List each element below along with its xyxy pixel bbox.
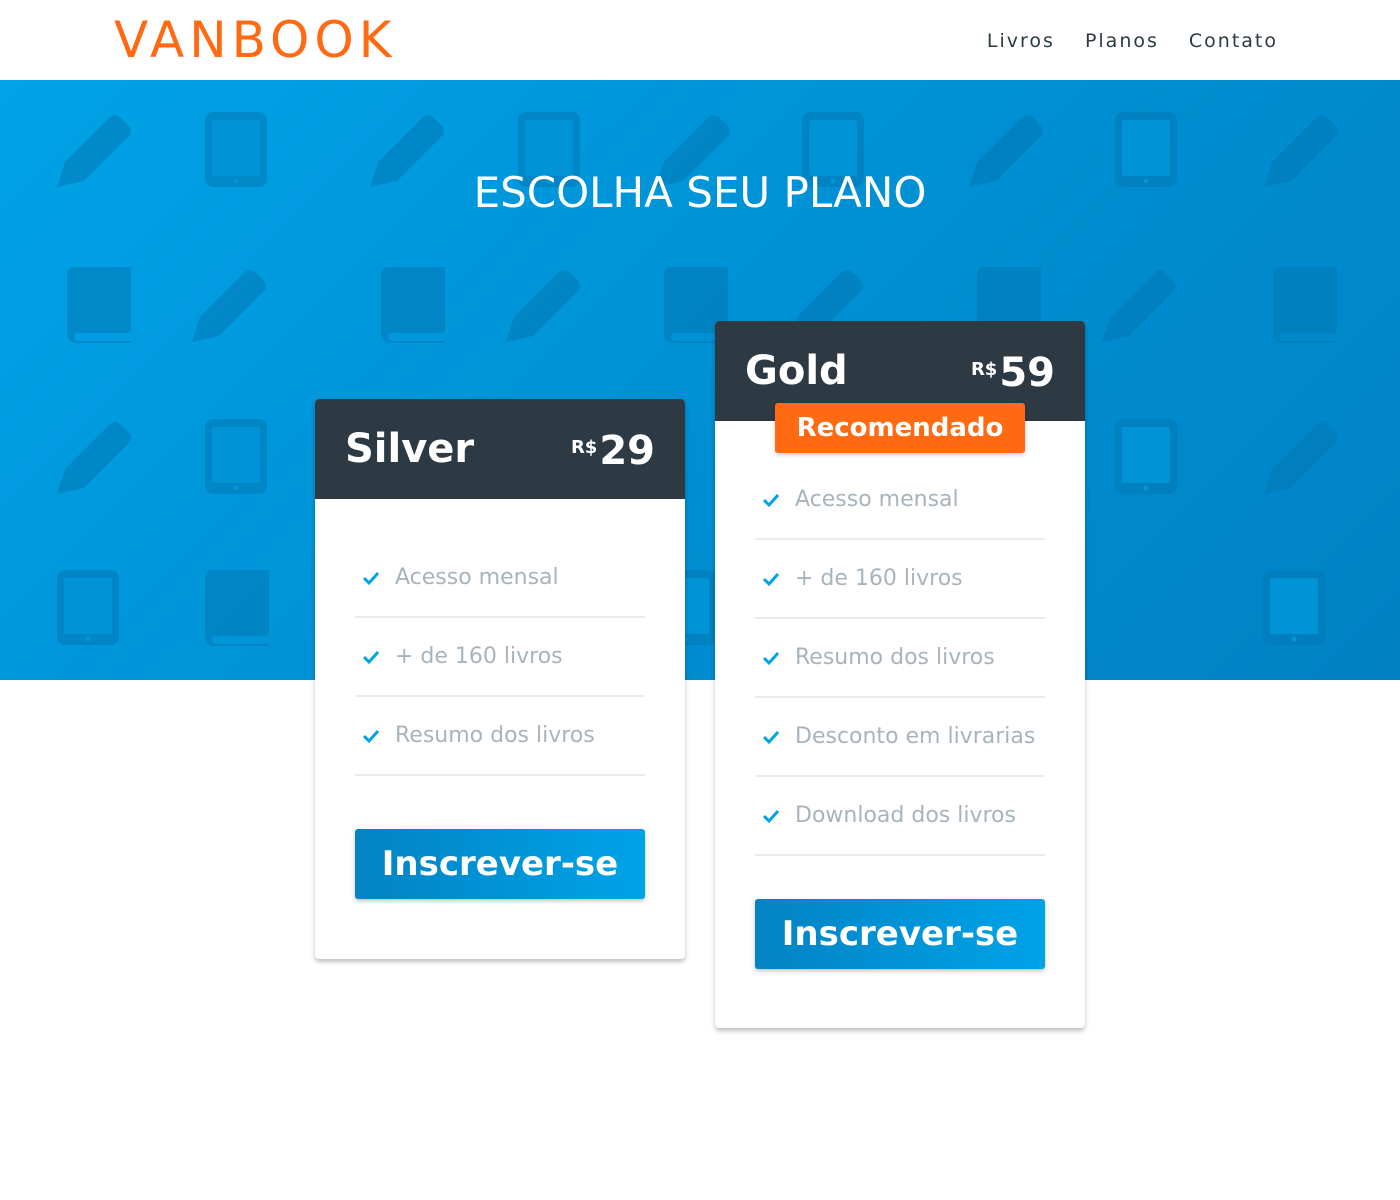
checkmark-icon: [363, 571, 379, 585]
plan-price: R$ 59: [971, 349, 1055, 397]
price-currency: R$: [970, 359, 998, 380]
pencil-icon: [57, 422, 131, 494]
checkmark-icon: [763, 651, 779, 665]
checkmark-icon: [763, 809, 779, 823]
feature-item: + de 160 livros: [355, 618, 645, 697]
subscribe-button-silver[interactable]: Inscrever-se: [355, 829, 645, 899]
page-title: ESCOLHA SEU PLANO: [473, 168, 927, 217]
hero-banner: ESCOLHA SEU PLANO: [0, 80, 1400, 680]
checkmark-icon: [763, 493, 779, 507]
pencil-icon: [192, 270, 266, 342]
recommended-badge: Recomendado: [775, 403, 1025, 453]
feature-label: Desconto em livrarias: [795, 724, 1036, 749]
feature-label: + de 160 livros: [795, 566, 963, 591]
checkmark-icon: [363, 729, 379, 743]
feature-item: Acesso mensal: [355, 539, 645, 618]
price-currency: R$: [570, 437, 598, 458]
plan-card-silver: Silver R$ 29 Acesso mensal + de 160 livr…: [315, 399, 685, 959]
feature-label: Acesso mensal: [395, 565, 559, 590]
price-amount: 59: [999, 350, 1055, 396]
feature-item: Acesso mensal: [755, 461, 1045, 540]
tablet-icon: [1115, 419, 1177, 494]
book-icon: [67, 267, 131, 343]
price-amount: 29: [599, 428, 655, 474]
top-navbar: VANBOOK Livros Planos Contato: [0, 0, 1400, 80]
plan-price: R$ 29: [571, 427, 655, 475]
book-icon: [381, 267, 445, 343]
logo[interactable]: VANBOOK: [114, 10, 397, 70]
pencil-icon: [1102, 270, 1176, 342]
feature-label: + de 160 livros: [395, 644, 563, 669]
nav-link-contato[interactable]: Contato: [1189, 28, 1278, 54]
feature-label: Resumo dos livros: [795, 645, 995, 670]
book-icon: [1273, 267, 1337, 343]
main-nav: Livros Planos Contato: [987, 28, 1278, 54]
plan-name: Gold: [745, 348, 848, 394]
plan-card-gold: Gold R$ 59 Recomendado Acesso mensal + d…: [715, 321, 1085, 1028]
feature-label: Resumo dos livros: [395, 723, 595, 748]
tablet-icon: [205, 419, 267, 494]
feature-item: Resumo dos livros: [355, 697, 645, 776]
tablet-icon: [57, 570, 119, 645]
feature-label: Acesso mensal: [795, 487, 959, 512]
checkmark-icon: [763, 730, 779, 744]
book-icon: [205, 570, 269, 646]
plan-card-header: Silver R$ 29: [315, 399, 685, 499]
feature-item: + de 160 livros: [755, 540, 1045, 619]
checkmark-icon: [363, 650, 379, 664]
subscribe-button-gold[interactable]: Inscrever-se: [755, 899, 1045, 969]
feature-item: Desconto em livrarias: [755, 698, 1045, 777]
nav-link-livros[interactable]: Livros: [987, 28, 1055, 54]
feature-item: Download dos livros: [755, 777, 1045, 856]
tablet-icon: [1263, 570, 1325, 645]
feature-list: Acesso mensal + de 160 livros Resumo dos…: [755, 461, 1045, 856]
checkmark-icon: [763, 572, 779, 586]
pencil-icon: [506, 270, 580, 342]
pricing-page: VANBOOK Livros Planos Contato ESCOLHA SE…: [0, 0, 1400, 1200]
pencil-icon: [1264, 422, 1338, 494]
feature-item: Resumo dos livros: [755, 619, 1045, 698]
feature-label: Download dos livros: [795, 803, 1016, 828]
feature-list: Acesso mensal + de 160 livros Resumo dos…: [355, 539, 645, 776]
nav-link-planos[interactable]: Planos: [1085, 28, 1159, 54]
plan-name: Silver: [345, 426, 475, 472]
